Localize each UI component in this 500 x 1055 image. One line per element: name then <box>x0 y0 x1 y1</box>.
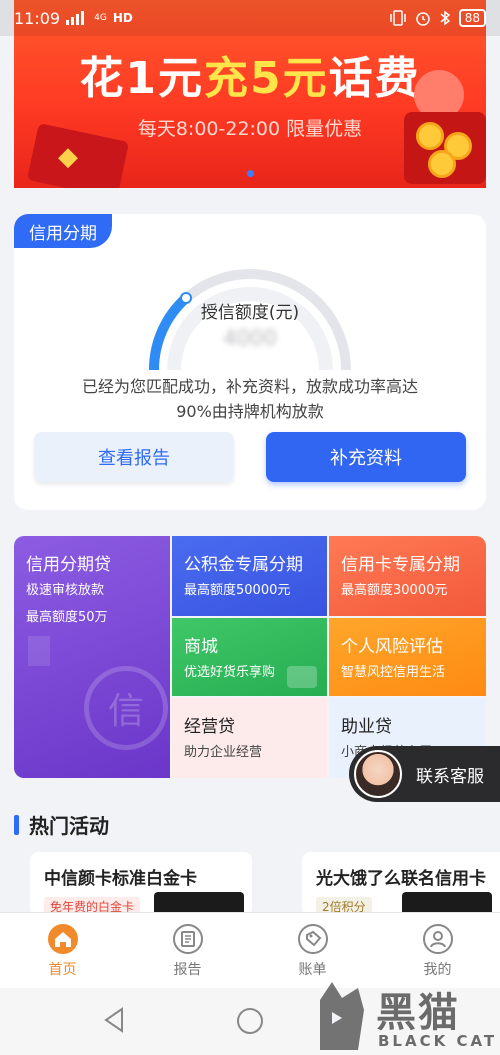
product-business-loan[interactable]: 经营贷 助力企业经营 <box>172 698 327 778</box>
card-icon <box>287 666 317 688</box>
hot-activities-heading: 热门活动 <box>14 810 109 839</box>
back-icon[interactable] <box>102 1006 126 1034</box>
bill-icon <box>297 923 328 954</box>
supplement-info-button[interactable]: 补充资料 <box>266 432 466 482</box>
system-nav-bar <box>0 988 500 1055</box>
clock: 11:09 <box>14 8 61 28</box>
status-bar: 11:09 4G HD 88 <box>0 0 500 36</box>
product-grid: 信用分期贷 极速审核放款 最高额度50万 信 公积金专属分期 最高额度50000… <box>14 536 486 778</box>
product-subtitle: 极速审核放款 <box>26 583 105 598</box>
product-housing-fund[interactable]: 公积金专属分期 最高额度50000元 <box>172 536 327 616</box>
nav-report[interactable]: 报告 <box>125 913 250 988</box>
signal-icon <box>66 11 85 25</box>
alarm-icon <box>415 12 430 26</box>
credit-installment-card: 信用分期 授信额度(元) 4000 已经为您匹配成功，补充资料，放款成功率高达 … <box>14 214 486 510</box>
match-description: 已经为您匹配成功，补充资料，放款成功率高达 90%由持牌机构放款 <box>81 377 418 421</box>
product-credit-loan[interactable]: 信用分期贷 极速审核放款 最高额度50万 信 <box>14 536 170 778</box>
contact-service-button[interactable]: 联系客服 <box>349 746 500 802</box>
carousel-indicator[interactable] <box>247 170 254 177</box>
credit-tag: 信用分期 <box>14 214 112 248</box>
product-subtitle: 最高额度50万 <box>26 610 108 625</box>
activity-title: 中信颜卡标准白金卡 <box>44 869 197 889</box>
product-title: 信用分期贷 <box>26 555 111 575</box>
arrow-decoration <box>28 636 50 666</box>
vibrate-icon <box>389 10 406 26</box>
view-report-button[interactable]: 查看报告 <box>34 432 234 482</box>
nav-bill[interactable]: 账单 <box>250 913 375 988</box>
heading-accent-bar <box>14 814 19 835</box>
nav-home[interactable]: 首页 <box>0 913 125 988</box>
nav-profile[interactable]: 我的 <box>375 913 500 988</box>
battery-icon: 88 <box>458 9 486 27</box>
report-icon <box>172 923 203 954</box>
product-risk-assessment[interactable]: 个人风险评估 智慧风控信用生活 <box>329 618 486 696</box>
activity-card[interactable]: 中信颜卡标准白金卡 免年费的白金卡 <box>30 852 252 916</box>
credit-limit-label: 授信额度(元) <box>200 303 300 323</box>
bottom-nav: 首页 报告 账单 我的 <box>0 912 500 988</box>
credit-limit-value: 4000 <box>223 326 277 350</box>
product-credit-card-installment[interactable]: 信用卡专属分期 最高额度30000元 <box>329 536 486 616</box>
coin-icon <box>428 150 456 178</box>
home-circle-icon[interactable] <box>237 1008 263 1034</box>
hd-indicator: HD <box>112 11 133 25</box>
contact-service-label: 联系客服 <box>416 766 484 787</box>
ingot-icon: ◆ <box>58 142 78 172</box>
coin-icon <box>416 122 444 150</box>
home-icon <box>47 923 78 954</box>
service-agent-avatar <box>354 750 402 798</box>
activity-card[interactable]: 光大饿了么联名信用卡 2倍积分 <box>302 852 500 916</box>
product-mall[interactable]: 商城 优选好货乐享购 <box>172 618 327 696</box>
credit-seal-icon: 信 <box>84 666 168 750</box>
activity-title: 光大饿了么联名信用卡 <box>316 869 486 889</box>
bluetooth-icon <box>440 10 450 26</box>
profile-icon <box>422 923 453 954</box>
network-type: 4G <box>94 13 107 23</box>
